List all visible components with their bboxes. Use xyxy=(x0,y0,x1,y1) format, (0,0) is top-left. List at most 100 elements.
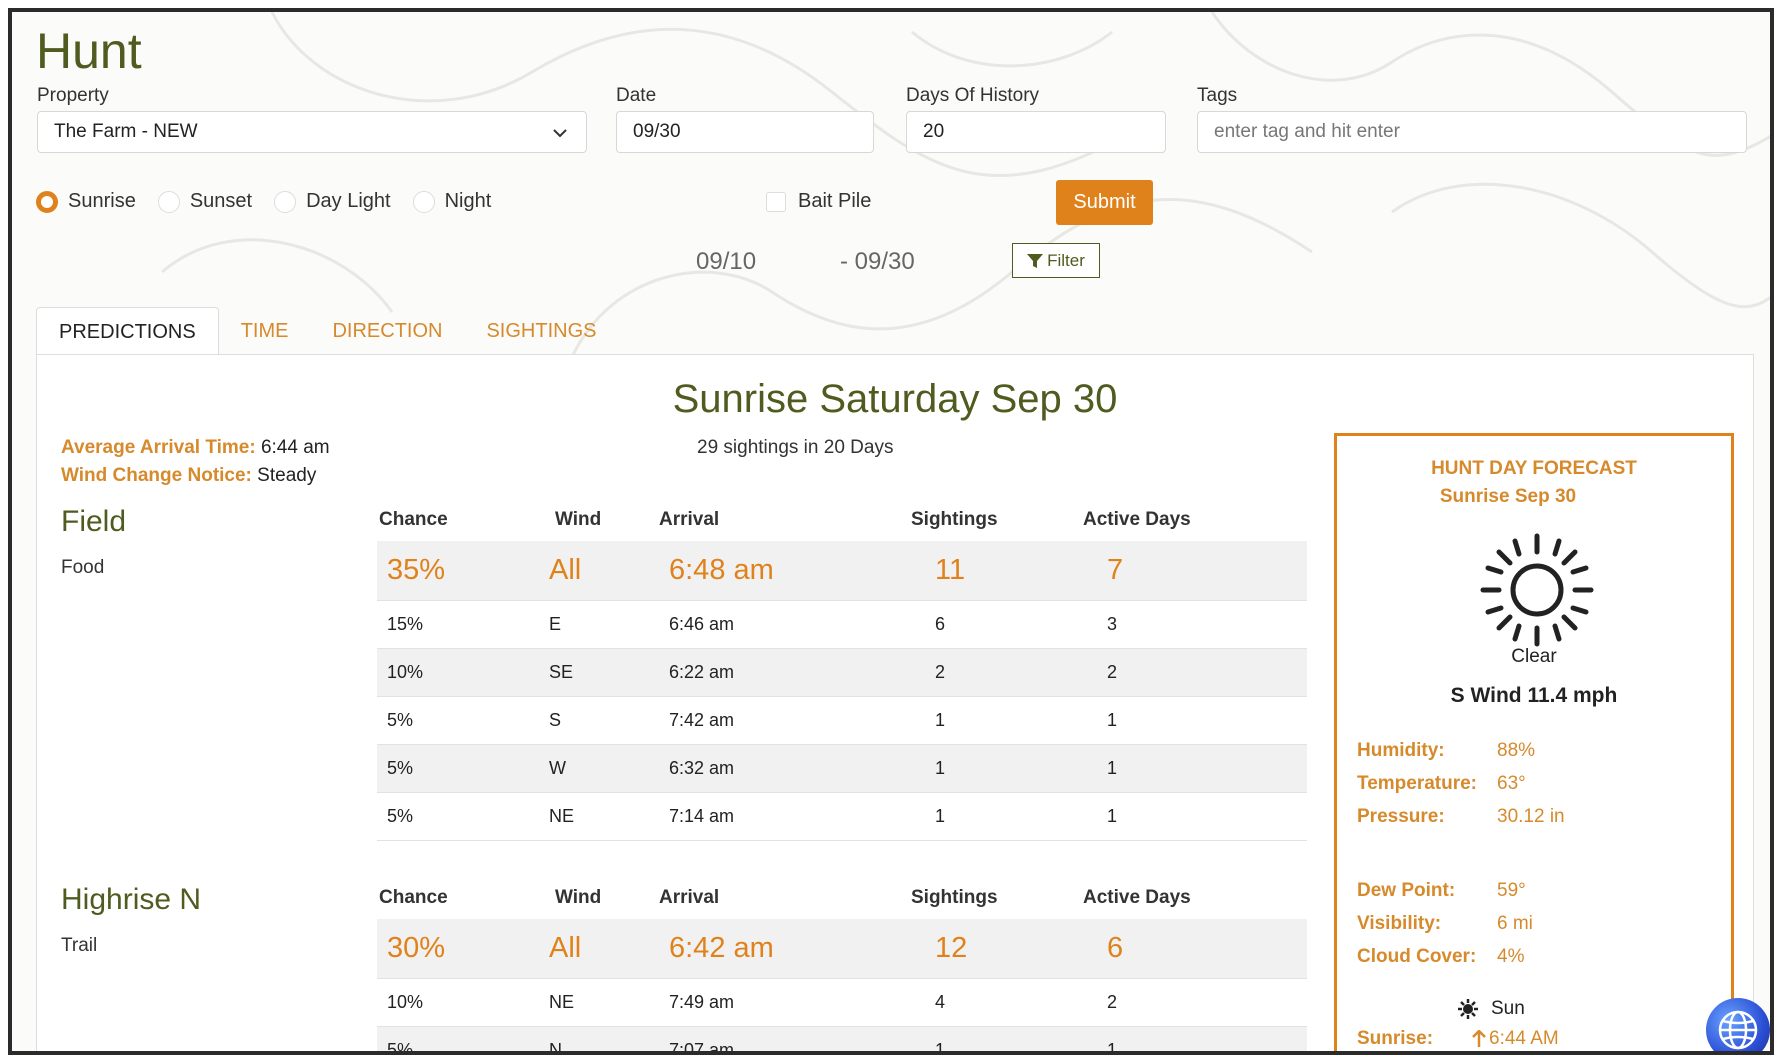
tags-input[interactable]: enter tag and hit enter xyxy=(1197,111,1747,153)
cell-sightings: 1 xyxy=(935,806,946,826)
cell-sightings: 11 xyxy=(935,554,966,586)
col-sightings: Sightings xyxy=(911,509,998,530)
forecast-title: HUNT DAY FORECAST xyxy=(1431,458,1637,479)
topo-background xyxy=(51,12,1770,357)
cell-wind: N xyxy=(549,1040,562,1055)
cell-arrival: 7:07 am xyxy=(669,1040,735,1055)
cell-wind: S xyxy=(549,710,562,730)
location-name: Highrise N xyxy=(61,883,202,916)
cell-active-days: 7 xyxy=(1107,554,1124,586)
cell-arrival: 6:32 am xyxy=(669,758,735,778)
filter-label: Filter xyxy=(1047,250,1085,270)
table-row: 10% SE 6:22 am 2 2 xyxy=(377,649,1307,697)
days-value: 20 xyxy=(923,121,945,142)
dew-point-label: Dew Point: xyxy=(1357,880,1456,901)
col-arrival: Arrival xyxy=(659,887,720,908)
cell-sightings: 2 xyxy=(935,662,946,682)
cell-chance: 10% xyxy=(387,662,424,682)
cell-chance: 5% xyxy=(387,806,414,826)
radio-sunrise[interactable]: Sunrise xyxy=(36,190,136,213)
table-row: 10% NE 7:49 am 4 2 xyxy=(377,979,1307,1027)
location-type: Food xyxy=(61,557,105,578)
predictions-panel: Sunrise Saturday Sep 30 Average Arrival … xyxy=(36,354,1754,1055)
radio-sunset-label: Sunset xyxy=(189,190,253,212)
forecast-subtitle: Sunrise Sep 30 xyxy=(1439,486,1577,507)
col-active-days: Active Days xyxy=(1083,509,1191,530)
cell-wind: All xyxy=(549,554,582,586)
tab-time[interactable]: TIME xyxy=(219,307,311,355)
table-row: 5% N 7:07 am 1 1 xyxy=(377,1027,1307,1055)
radio-sunrise-indicator[interactable] xyxy=(36,190,58,213)
cloud-cover-value: 4% xyxy=(1497,946,1525,967)
sunrise-time: 6:44 AM xyxy=(1471,1028,1559,1050)
range-end: - 09/30 xyxy=(840,248,915,275)
cell-sightings: 1 xyxy=(935,758,946,778)
table-row: 15% E 6:46 am 6 3 xyxy=(377,601,1307,649)
dew-point-value: 59° xyxy=(1497,880,1526,901)
cloud-cover-label: Cloud Cover: xyxy=(1357,946,1477,967)
table-header: Chance Wind Arrival Sightings Active Day… xyxy=(377,509,1307,541)
radio-sunset-indicator[interactable] xyxy=(157,190,180,213)
property-select[interactable]: The Farm - NEW xyxy=(37,111,587,153)
time-of-day-radio-group: Sunrise Sunset Day Light Night xyxy=(36,190,513,213)
tab-direction[interactable]: DIRECTION xyxy=(310,307,464,355)
temperature-label: Temperature: xyxy=(1357,773,1478,794)
col-wind: Wind xyxy=(555,509,602,530)
tab-sightings[interactable]: SIGHTINGS xyxy=(464,307,618,355)
bait-pile-checkbox[interactable] xyxy=(766,192,786,212)
radio-day-light-label: Day Light xyxy=(306,190,391,212)
cell-arrival: 7:14 am xyxy=(669,806,735,826)
property-value: The Farm - NEW xyxy=(54,121,198,142)
cell-sightings: 1 xyxy=(935,1040,946,1055)
pressure-label: Pressure: xyxy=(1357,806,1445,827)
average-arrival-value: 6:44 am xyxy=(260,437,330,458)
sun-icon xyxy=(1480,533,1594,647)
tab-predictions[interactable]: PREDICTIONS xyxy=(36,307,219,355)
wind-change-notice: Wind Change Notice: Steady xyxy=(61,465,316,487)
radio-day-light-indicator[interactable] xyxy=(274,190,297,213)
submit-button[interactable]: Submit xyxy=(1056,180,1153,225)
bait-pile-label: Bait Pile xyxy=(798,190,872,212)
range-start: 09/10 xyxy=(696,248,757,275)
sunrise-value: 6:44 AM xyxy=(1489,1028,1559,1049)
globe-icon-graphic xyxy=(1718,1010,1758,1050)
cell-wind: NE xyxy=(549,992,575,1012)
cell-active-days: 1 xyxy=(1107,1040,1118,1055)
radio-day-light[interactable]: Day Light xyxy=(274,190,391,213)
cell-arrival: 6:48 am xyxy=(669,554,774,586)
sun-small-icon xyxy=(1458,999,1478,1019)
cell-arrival: 7:42 am xyxy=(669,710,735,730)
table-header: Chance Wind Arrival Sightings Active Day… xyxy=(377,887,1307,919)
cell-active-days: 6 xyxy=(1107,932,1124,964)
filter-icon xyxy=(1027,253,1044,268)
cell-active-days: 1 xyxy=(1107,806,1118,826)
radio-night-indicator[interactable] xyxy=(412,190,435,213)
date-input[interactable]: 09/30 xyxy=(616,111,874,153)
col-chance: Chance xyxy=(379,887,448,908)
hunt-day-forecast-card: HUNT DAY FORECAST Sunrise Sep 30 Clear S… xyxy=(1334,433,1734,1051)
cell-arrival: 6:42 am xyxy=(669,932,774,964)
location-type: Trail xyxy=(61,935,98,956)
chevron-down-icon xyxy=(553,129,567,138)
cell-active-days: 1 xyxy=(1107,758,1118,778)
app-window: Hunt Property The Farm - NEW Date 09/30 … xyxy=(8,8,1774,1055)
globe-icon[interactable] xyxy=(1706,998,1770,1051)
cell-chance: 10% xyxy=(387,992,424,1012)
filter-button[interactable]: Filter xyxy=(1012,243,1100,278)
days-of-history-input[interactable]: 20 xyxy=(906,111,1166,153)
cell-wind: SE xyxy=(549,662,574,682)
temperature-value: 63° xyxy=(1497,773,1526,794)
cell-arrival: 6:46 am xyxy=(669,614,735,634)
cell-chance: 15% xyxy=(387,614,424,634)
radio-sunset[interactable]: Sunset xyxy=(157,190,253,213)
cell-active-days: 2 xyxy=(1107,662,1118,682)
location-table: Chance Wind Arrival Sightings Active Day… xyxy=(377,887,1307,1055)
forecast-wind: S Wind 11.4 mph xyxy=(1450,684,1618,707)
cell-active-days: 3 xyxy=(1107,614,1118,634)
radio-night-label: Night xyxy=(444,190,492,212)
cell-wind: NE xyxy=(549,806,575,826)
cell-chance: 5% xyxy=(387,758,414,778)
radio-night[interactable]: Night xyxy=(412,190,492,213)
date-label: Date xyxy=(616,85,657,106)
cell-active-days: 2 xyxy=(1107,992,1118,1012)
